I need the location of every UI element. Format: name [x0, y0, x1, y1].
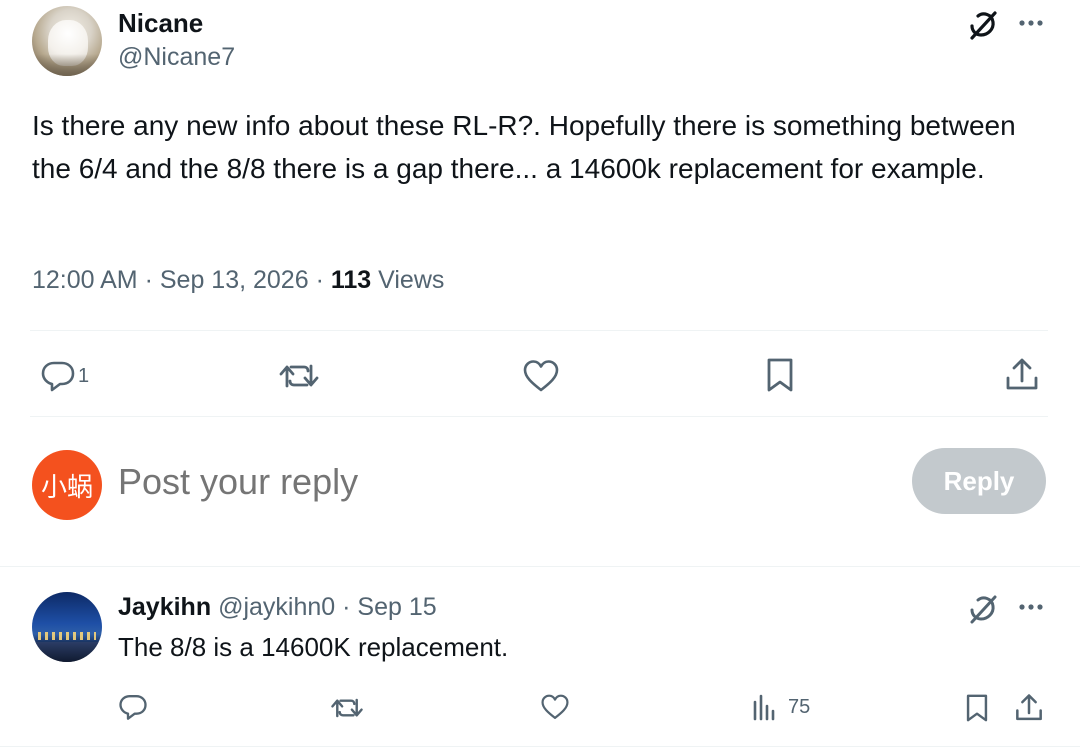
views-icon [753, 694, 775, 721]
meta-separator: · [315, 266, 324, 294]
avatar-shadow [32, 54, 102, 76]
reply-date[interactable]: Sep 15 [357, 593, 436, 621]
reply-header: Jaykihn @jaykihn0 · Sep 15 [118, 593, 437, 622]
repost-icon[interactable] [278, 358, 320, 394]
like-icon[interactable] [522, 358, 560, 394]
author-avatar[interactable] [32, 6, 102, 76]
divider [0, 566, 1080, 567]
grok-icon[interactable] [966, 592, 1000, 626]
grok-icon[interactable] [966, 8, 1000, 42]
repost-icon[interactable] [330, 693, 364, 723]
reply-icon [41, 361, 75, 392]
avatar-city-lights [38, 632, 96, 640]
more-icon[interactable] [1014, 8, 1048, 38]
post-meta: 12:00 AM · Sep 13, 2026 · 113 Views [32, 266, 444, 295]
like-icon[interactable] [540, 693, 570, 721]
reply-button[interactable]: Reply [912, 448, 1046, 514]
reply-author-avatar[interactable] [32, 592, 102, 662]
views-count: 75 [788, 695, 811, 718]
bookmark-icon[interactable] [764, 356, 796, 394]
post-date[interactable]: Sep 13, 2026 [160, 266, 309, 294]
author-name[interactable]: Nicane [118, 8, 203, 39]
author-handle[interactable]: @Nicane7 [118, 43, 235, 72]
divider [30, 416, 1048, 417]
bookmark-icon[interactable] [964, 692, 990, 724]
divider [0, 746, 1080, 747]
views-action[interactable]: 75 [750, 692, 810, 722]
views-label: Views [378, 266, 445, 294]
reply-author-handle[interactable]: @jaykihn0 [218, 593, 335, 621]
divider [30, 330, 1048, 331]
reply-author-name[interactable]: Jaykihn [118, 593, 211, 621]
reply-count: 1 [78, 364, 90, 387]
meta-separator: · [144, 266, 153, 294]
share-icon[interactable] [1014, 692, 1044, 724]
post-time[interactable]: 12:00 AM [32, 266, 138, 294]
my-avatar[interactable]: 小蜗 [32, 450, 102, 520]
tweet-detail-view: Nicane @Nicane7 Is there any new info ab… [0, 0, 1080, 750]
avatar-water [32, 642, 102, 662]
post-text: Is there any new info about these RL-R?.… [32, 110, 1016, 184]
meta-separator: · [342, 593, 351, 621]
reply-text: The 8/8 is a 14600K replacement. [118, 632, 509, 662]
reply-input[interactable] [118, 461, 583, 503]
views-count: 113 [330, 266, 372, 294]
more-icon[interactable] [1014, 592, 1048, 622]
share-icon[interactable] [1004, 356, 1040, 394]
reply-action[interactable]: 1 [40, 358, 89, 394]
reply-icon[interactable] [118, 692, 148, 722]
